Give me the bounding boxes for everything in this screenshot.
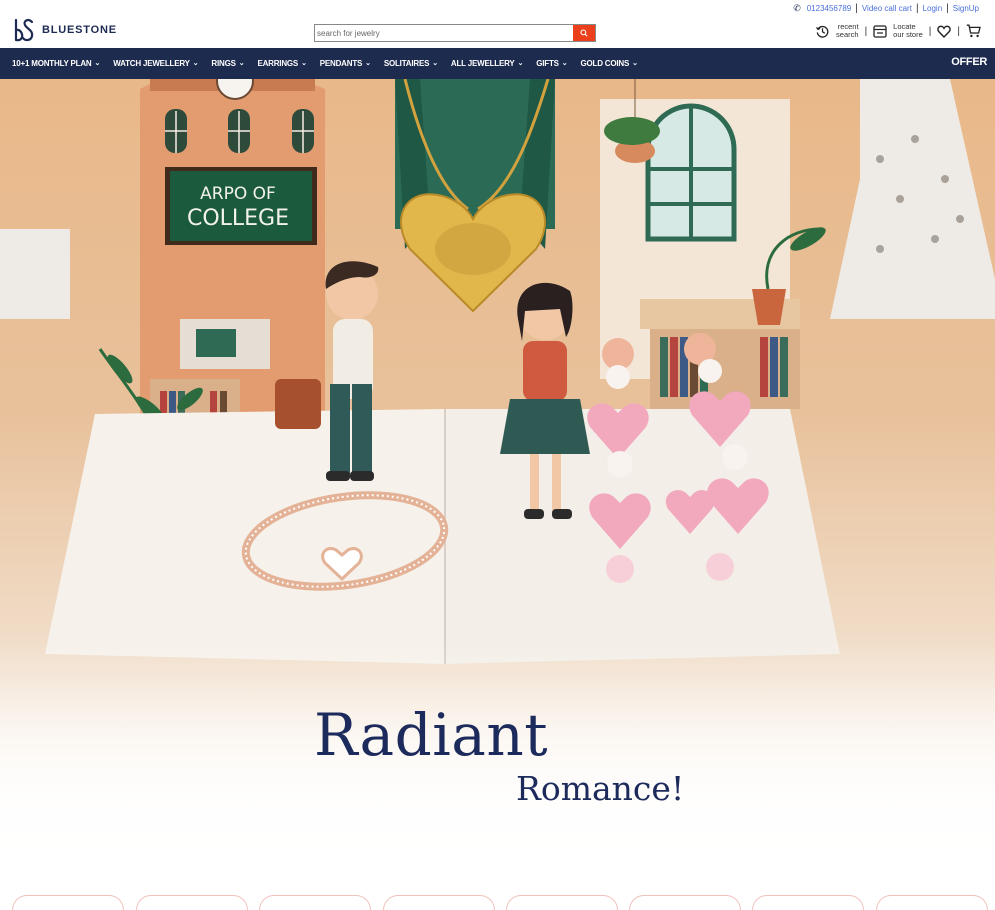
recent-label-2: search [836,30,859,39]
divider: | [915,3,919,14]
board-line-2: COLLEGE [187,206,289,231]
wishlist-button[interactable] [937,25,952,38]
recent-search-button[interactable]: recent search [815,23,859,39]
nav-item-all-jewellery[interactable]: ALL JEWELLERY ⌄ [450,59,524,68]
bluestone-logo-icon [14,18,34,42]
hero-subtitle: Romance! [516,769,685,808]
nav-item-solitaires[interactable]: SOLITAIRES ⌄ [384,59,438,68]
divider: | [957,25,960,37]
hero-fade-overlay [0,639,995,910]
top-links: ✆ 0123456789 | Video call cart | Login |… [793,3,979,14]
nav-item-earrings[interactable]: EARRINGS ⌄ [257,59,307,68]
heart-icon [937,25,952,38]
category-row [0,893,995,910]
chevron-down-icon: ⌄ [365,59,371,67]
chevron-down-icon: ⌄ [432,59,438,67]
nav-item-monthly-plan[interactable]: 10+1 MONTHLY PLAN ⌄ [12,59,100,68]
chevron-down-icon: ⌄ [192,59,199,67]
nav-label: ALL JEWELLERY [450,59,515,68]
search-button[interactable] [573,25,595,41]
brand-logo[interactable]: BLUESTONE [12,17,117,43]
category-card[interactable] [136,895,248,910]
nav-label: GOLD COINS [580,59,630,68]
nav-label: RINGS [211,59,236,68]
category-card[interactable] [629,895,741,910]
site-header: ✆ 0123456789 | Video call cart | Login |… [0,0,995,48]
divider: | [928,25,932,37]
nav-label: PENDANTS [319,59,363,68]
chevron-down-icon: ⌄ [301,59,307,67]
nav-label: EARRINGS [257,59,299,68]
divider: | [855,3,858,14]
video-call-link[interactable]: Video call cart [862,4,912,13]
nav-item-rings[interactable]: RINGS ⌄ [211,59,244,68]
nav-label: SOLITAIRES [383,59,430,68]
category-card[interactable] [506,895,618,910]
chevron-down-icon: ⌄ [561,59,568,67]
locate-store-button[interactable]: Locate our store [873,23,923,39]
nav-label: WATCH JEWELLERY [113,59,190,68]
category-card[interactable] [259,895,371,910]
nav-item-gifts[interactable]: GIFTS ⌄ [536,59,567,68]
category-card[interactable] [876,895,988,910]
chevron-down-icon: ⌄ [238,59,245,67]
hero-banner[interactable]: ARPO OF COLLEGE Radiant Romance! [0,79,995,910]
search-input[interactable] [315,25,573,41]
chevron-down-icon: ⌄ [517,59,524,67]
chevron-down-icon: ⌄ [94,59,101,67]
board-line-1: ARPO OF [200,184,276,204]
brand-name: BLUESTONE [42,24,117,36]
history-icon [816,25,829,38]
phone-icon: ✆ [793,3,801,13]
search-icon [580,29,588,37]
nav-label: GIFTS [536,59,559,68]
nav-offer-link[interactable]: OFFER [951,56,987,68]
cart-icon [966,24,981,38]
search-bar [314,24,596,42]
nav-label: 10+1 MONTHLY PLAN [12,59,92,68]
nav-item-gold-coins[interactable]: GOLD COINS ⌄ [580,59,638,68]
divider: | [946,3,949,14]
header-utilities: recent search | Locate our store | | [815,23,981,39]
category-card[interactable] [752,895,864,910]
signup-link[interactable]: SignUp [953,4,979,13]
category-card[interactable] [383,895,495,910]
hero-title: Radiant [314,701,548,769]
store-icon [873,24,887,38]
phone-link[interactable]: 0123456789 [807,4,852,13]
category-card[interactable] [12,895,124,910]
store-label-2: our store [893,30,923,39]
main-nav: 10+1 MONTHLY PLAN ⌄ WATCH JEWELLERY ⌄ RING… [0,48,995,79]
chevron-down-icon: ⌄ [632,59,638,67]
cart-button[interactable] [966,24,981,38]
divider: | [864,25,868,37]
login-link[interactable]: Login [923,4,943,13]
nav-item-pendants[interactable]: PENDANTS ⌄ [320,59,371,68]
nav-item-watch-jewellery[interactable]: WATCH JEWELLERY ⌄ [113,59,198,68]
